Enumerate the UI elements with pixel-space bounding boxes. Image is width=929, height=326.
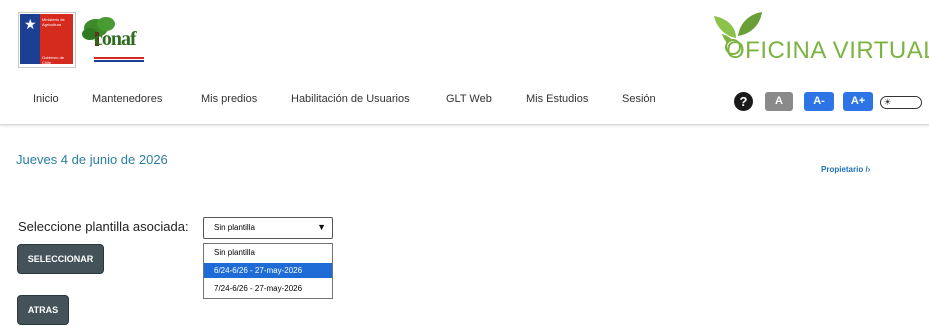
dropdown-option[interactable]: Sin plantilla <box>204 245 332 260</box>
conaf-logo-text: conaf <box>94 28 137 50</box>
nav-item-inicio[interactable]: Inicio <box>33 93 59 105</box>
dropdown-option-selected[interactable]: 6/24-6/26 - 27-may-2026 <box>204 263 332 278</box>
breadcrumb[interactable]: Propietario /› <box>821 165 870 174</box>
main-nav: Inicio Mantenedores Mis predios Habilita… <box>0 88 700 112</box>
nav-item-sesion[interactable]: Sesión <box>622 93 656 105</box>
chile-gov-logo-icon[interactable]: ★ Ministerio de Agricultura Gobierno de … <box>18 12 76 68</box>
select-label: Seleccione plantilla asociada: <box>18 219 189 234</box>
nav-item-mantenedores[interactable]: Mantenedores <box>92 93 162 105</box>
template-dropdown-list: Sin plantilla 6/24-6/26 - 27-may-2026 7/… <box>203 243 333 299</box>
help-icon[interactable]: ? <box>734 92 753 111</box>
nav-item-glt-web[interactable]: GLT Web <box>446 93 492 105</box>
app-title: OFICINA VIRTUAL <box>726 37 929 64</box>
header: ★ Ministerio de Agricultura Gobierno de … <box>0 0 929 125</box>
sun-icon: ☀ <box>883 97 892 107</box>
back-button[interactable]: ATRAS <box>17 295 69 325</box>
chevron-down-icon: ▼ <box>317 222 326 232</box>
template-select[interactable]: Sin plantilla ▼ <box>203 217 333 239</box>
select-button[interactable]: SELECCIONAR <box>17 244 104 274</box>
contrast-toggle[interactable]: ☀ <box>880 96 922 109</box>
dropdown-option[interactable]: 7/24-6/26 - 27-may-2026 <box>204 281 332 296</box>
current-date: Jueves 4 de junio de 2026 <box>16 152 168 167</box>
font-increase-button[interactable]: A+ <box>843 92 873 111</box>
nav-item-habilitacion-usuarios[interactable]: Habilitación de Usuarios <box>291 93 410 105</box>
font-normal-button[interactable]: A <box>765 92 793 111</box>
nav-item-mis-estudios[interactable]: Mis Estudios <box>526 93 588 105</box>
gov-logo-text-top: Ministerio de Agricultura <box>42 17 65 27</box>
font-decrease-button[interactable]: A- <box>804 92 834 111</box>
gov-logo-text-bottom: Gobierno de Chile <box>42 55 65 65</box>
select-value: Sin plantilla <box>214 223 255 232</box>
nav-item-mis-predios[interactable]: Mis predios <box>201 93 257 105</box>
